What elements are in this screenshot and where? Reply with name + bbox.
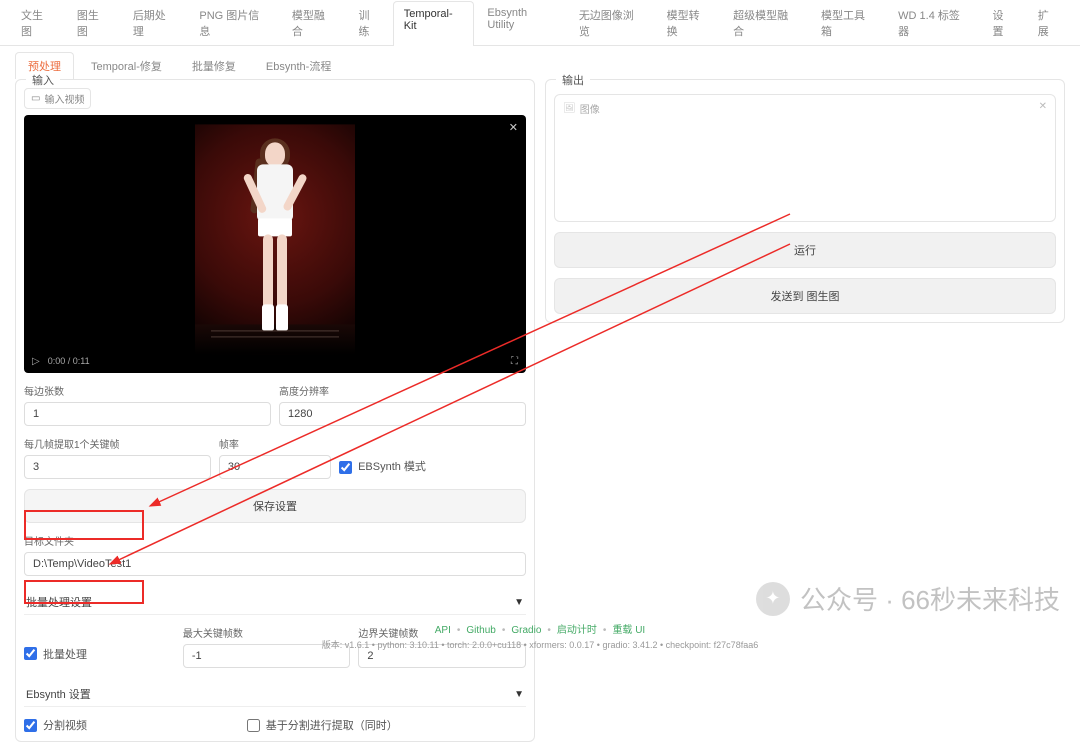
main-tab[interactable]: 图生图 <box>66 0 120 45</box>
split-based-label: 基于分割进行提取（同时） <box>266 717 398 733</box>
per-side-input[interactable] <box>24 402 271 426</box>
sub-tab[interactable]: 批量修复 <box>179 52 249 79</box>
main-tab[interactable]: 模型工具箱 <box>810 0 885 45</box>
video-badge: 输入视频 <box>24 88 91 109</box>
main-tab[interactable]: Temporal-Kit <box>393 1 475 46</box>
close-icon[interactable]: ✕ <box>1039 101 1047 112</box>
close-icon[interactable]: ✕ <box>509 121 518 134</box>
fps-label: 帧率 <box>219 436 331 451</box>
wechat-icon: ✦ <box>756 582 790 616</box>
height-input[interactable] <box>279 402 526 426</box>
main-tab[interactable]: 训练 <box>347 0 390 45</box>
main-tab[interactable]: 文生图 <box>10 0 64 45</box>
footer: API•Github•Gradio•启动计时•重载 UI 版本: v1.6.1 … <box>0 621 1080 651</box>
footer-link[interactable]: 启动计时 <box>557 625 597 636</box>
per-side-label: 每边张数 <box>24 383 271 398</box>
save-settings-button[interactable]: 保存设置 <box>24 489 526 523</box>
main-tab[interactable]: 模型融合 <box>281 0 346 45</box>
main-tab[interactable]: 超级模型融合 <box>722 0 808 45</box>
batch-section-header[interactable]: 批量处理设置▼ <box>24 590 526 615</box>
input-panel-title: 输入 <box>26 72 60 88</box>
fullscreen-icon[interactable]: ⛶ <box>511 356 518 367</box>
main-tab[interactable]: WD 1.4 标签器 <box>887 0 979 45</box>
image-badge: 图像 <box>563 101 600 116</box>
footer-meta: 版本: v1.6.1 • python: 3.10.11 • torch: 2.… <box>0 638 1080 651</box>
main-tab[interactable]: 无边图像浏览 <box>568 0 654 45</box>
main-tab[interactable]: 设置 <box>981 0 1024 45</box>
split-video-checkbox[interactable] <box>24 719 37 732</box>
output-image-box: 图像 ✕ <box>554 94 1056 222</box>
keyframe-label: 每几帧提取1个关键帧 <box>24 436 211 451</box>
output-panel-title: 输出 <box>556 72 590 88</box>
fps-input[interactable] <box>219 455 331 479</box>
send-to-img2img-button[interactable]: 发送到 图生图 <box>554 278 1056 314</box>
sub-tab[interactable]: Temporal-修复 <box>78 52 175 79</box>
main-tabs: 文生图图生图后期处理PNG 图片信息模型融合训练Temporal-KitEbsy… <box>0 0 1080 46</box>
height-label: 高度分辨率 <box>279 383 526 398</box>
ebsynth-mode-checkbox[interactable] <box>339 461 352 474</box>
footer-link[interactable]: API <box>435 625 451 636</box>
watermark: ✦ 公众号 · 66秒未来科技 <box>756 580 1060 617</box>
target-folder-input[interactable] <box>24 552 526 576</box>
main-tab[interactable]: 扩展 <box>1027 0 1070 45</box>
chevron-down-icon: ▼ <box>514 597 524 608</box>
sub-tabs: 预处理Temporal-修复批量修复Ebsynth-流程 <box>0 46 1080 79</box>
footer-link[interactable]: Github <box>466 625 495 636</box>
output-panel: 输出 图像 ✕ 运行 发送到 图生图 <box>545 79 1065 323</box>
main-tab[interactable]: 模型转换 <box>656 0 721 45</box>
main-tab[interactable]: Ebsynth Utility <box>476 0 565 45</box>
target-folder-label: 目标文件夹 <box>24 533 526 548</box>
chevron-down-icon: ▼ <box>514 689 524 700</box>
video-time: 0:00 / 0:11 <box>48 356 90 366</box>
main-tab[interactable]: PNG 图片信息 <box>188 0 279 45</box>
ebsynth-mode-label: EBSynth 模式 <box>358 458 426 474</box>
run-button[interactable]: 运行 <box>554 232 1056 268</box>
main-tab[interactable]: 后期处理 <box>122 0 187 45</box>
footer-link[interactable]: Gradio <box>511 625 541 636</box>
play-icon[interactable]: ▷ <box>32 356 40 367</box>
footer-link[interactable]: 重载 UI <box>612 625 645 636</box>
keyframe-input[interactable] <box>24 455 211 479</box>
sub-tab[interactable]: Ebsynth-流程 <box>253 52 344 79</box>
split-video-label: 分割视频 <box>43 717 87 733</box>
ebsynth-section-header[interactable]: Ebsynth 设置▼ <box>24 682 526 707</box>
split-based-checkbox[interactable] <box>247 719 260 732</box>
video-preview[interactable]: ✕ ▷ 0:00 / 0:11 ⛶ <box>24 115 526 373</box>
